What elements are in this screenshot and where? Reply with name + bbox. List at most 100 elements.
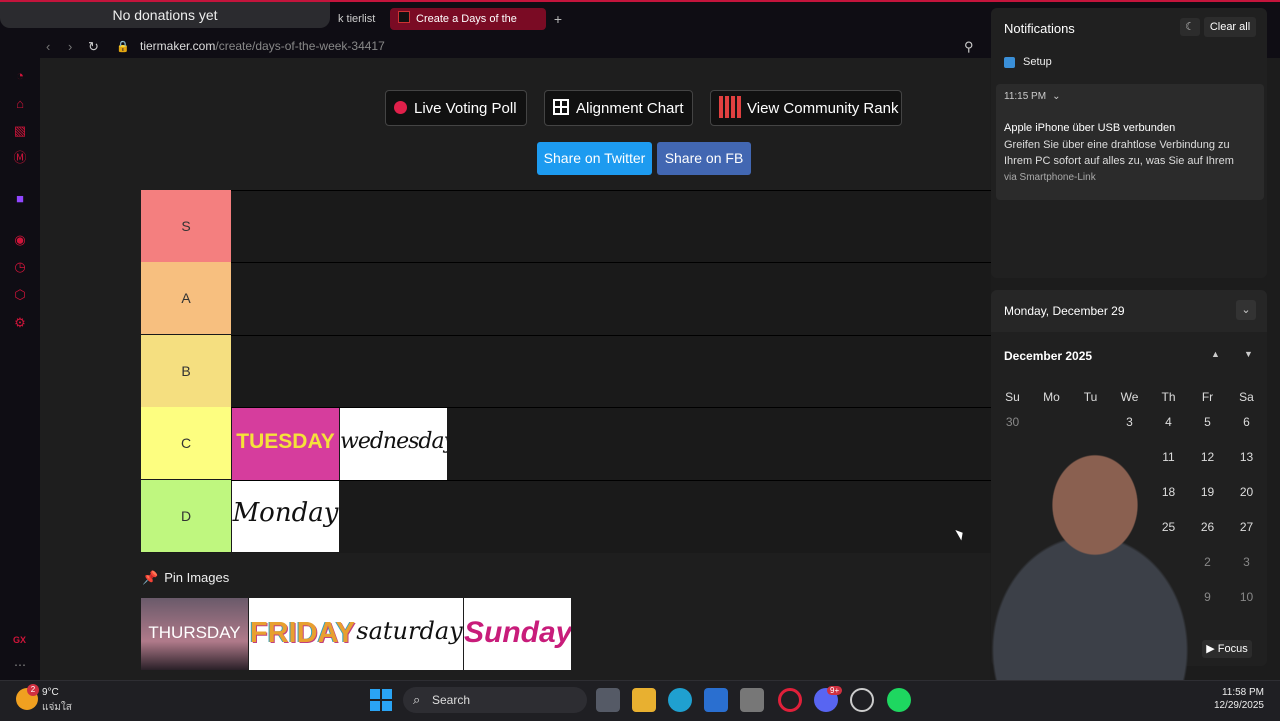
share-twitter-button[interactable]: Share on Twitter — [537, 142, 652, 175]
notifications-title: Notifications — [1004, 21, 1075, 36]
calendar-day[interactable]: 10 — [1227, 590, 1266, 604]
tier-label-d[interactable]: D — [141, 480, 231, 552]
pin-images-label: 📌 Pin Images — [142, 570, 229, 586]
weekday-mo: Mo — [1043, 390, 1060, 404]
pinned-item-sunday[interactable]: Sunday — [464, 598, 571, 670]
live-voting-poll-label: Live Voting Poll — [414, 100, 517, 117]
tuesday-text: TUESDAY — [236, 430, 335, 453]
forward-icon[interactable]: › — [68, 36, 72, 58]
chevron-down-icon[interactable]: ⌄ — [1052, 91, 1060, 102]
pinned-item-saturday[interactable]: saturday — [356, 598, 463, 670]
monday-text: Monday — [232, 498, 339, 528]
setup-app-icon — [1004, 57, 1015, 68]
tier-label-s[interactable]: S — [141, 190, 231, 262]
calendar-month[interactable]: December 2025 — [1004, 349, 1092, 363]
player-icon[interactable]: ◉ — [12, 232, 28, 248]
notification-time-text: 11:15 PM — [1004, 91, 1047, 102]
tier-item-wednesday[interactable]: wednesday — [340, 408, 447, 480]
pin-icon[interactable]: ⚲ — [964, 36, 974, 58]
tier-item-monday[interactable]: Monday — [232, 481, 339, 552]
tier-row-s[interactable] — [141, 190, 991, 263]
calendar-day[interactable]: 3 — [1227, 555, 1266, 569]
calendar-day[interactable]: 20 — [1227, 485, 1266, 499]
opera-gx-icon[interactable] — [778, 688, 802, 712]
tier-item-tuesday[interactable]: TUESDAY — [232, 408, 339, 480]
tab-tierlist[interactable]: k tierlist - — [330, 8, 388, 47]
view-community-rank-button[interactable]: View Community Rank — [710, 90, 902, 126]
previous-month-icon[interactable]: ▲ — [1211, 349, 1220, 359]
obs-icon[interactable] — [850, 688, 874, 712]
share-fb-button[interactable]: Share on FB — [657, 142, 751, 175]
weekday-su: Su — [1005, 390, 1020, 404]
speed-dial-icon[interactable]: ◔ — [12, 68, 28, 84]
back-icon[interactable]: ‹ — [46, 36, 50, 58]
focus-label: Focus — [1217, 643, 1248, 655]
notification-time: 11:15 PM ⌄ — [1004, 91, 1060, 102]
live-voting-poll-button[interactable]: Live Voting Poll — [385, 90, 527, 126]
reader-icon[interactable]: ▧ — [12, 123, 28, 139]
windows-start-icon[interactable] — [370, 689, 392, 711]
sunday-text: Sunday — [464, 616, 571, 649]
taskbar-search[interactable] — [403, 687, 587, 713]
task-view-icon[interactable] — [596, 688, 620, 712]
grid-icon — [553, 99, 569, 115]
clock-date[interactable]: 12/29/2025 — [1200, 700, 1264, 711]
weekday-sa: Sa — [1239, 390, 1254, 404]
tier-row-b[interactable] — [141, 335, 991, 408]
file-explorer-icon[interactable] — [632, 688, 656, 712]
record-icon — [394, 101, 407, 114]
weekday-tu: Tu — [1083, 390, 1098, 404]
calendar-day[interactable]: 27 — [1227, 520, 1266, 534]
calendar-day[interactable]: 13 — [1227, 450, 1266, 464]
pin-images-text: Pin Images — [164, 570, 230, 585]
alignment-chart-label: Alignment Chart — [576, 100, 684, 117]
play-icon: ▶ — [1206, 643, 1218, 655]
focus-button[interactable]: ▶ Focus — [1202, 640, 1252, 658]
calendar-date-header: Monday, December 29 — [1004, 304, 1125, 318]
tab-create-days-of-week[interactable]: Create a Days of the Week — [390, 8, 546, 47]
messenger-icon[interactable]: Ⓜ — [12, 150, 28, 166]
store-icon[interactable] — [704, 688, 728, 712]
weekday-th: Th — [1161, 390, 1176, 404]
app-hexagon-icon[interactable] — [740, 688, 764, 712]
tier-label-a[interactable]: A — [141, 262, 231, 334]
next-month-icon[interactable]: ▼ — [1244, 349, 1253, 359]
tier-label-b[interactable]: B — [141, 335, 231, 407]
home-icon[interactable]: ⌂ — [12, 96, 28, 112]
collapse-calendar-icon[interactable]: ⌄ — [1236, 300, 1256, 320]
more-icon[interactable]: ⋯ — [14, 658, 26, 672]
alignment-chart-button[interactable]: Alignment Chart — [544, 90, 693, 126]
notification-via: via Smartphone-Link — [1004, 172, 1096, 183]
taskbar-search-label: Search — [432, 693, 471, 707]
notification-body: Greifen Sie über eine drahtlose Verbindu… — [1004, 139, 1234, 167]
pinned-item-friday[interactable]: FRIDAY — [249, 598, 356, 670]
wednesday-text: wednesday — [340, 429, 447, 454]
url-field[interactable]: tiermaker.com/create/days-of-the-week-34… — [140, 36, 385, 58]
view-community-rank-label: View Community Rank — [747, 100, 899, 117]
do-not-disturb-icon[interactable]: ☾ — [1180, 18, 1200, 36]
pinned-item-thursday[interactable]: THURSDAY — [141, 598, 248, 670]
saturday-text: saturday — [356, 617, 463, 645]
pushpin-icon: 📌 — [142, 570, 159, 585]
calendar-day[interactable]: 6 — [1227, 415, 1266, 429]
clear-all-button[interactable]: Clear all — [1204, 17, 1256, 37]
weekday-we: We — [1120, 390, 1139, 404]
url-path: /create/days-of-the-week-34417 — [215, 39, 385, 53]
weekday-row: Su Mo Tu We Th Fr Sa — [993, 390, 1266, 404]
history-icon[interactable]: ◷ — [12, 259, 28, 275]
new-tab-button[interactable]: + — [550, 8, 566, 30]
reload-icon[interactable]: ↻ — [88, 36, 99, 58]
clock-time[interactable]: 11:58 PM — [1200, 687, 1264, 698]
weather-badge: 2 — [27, 684, 39, 696]
tiermaker-favicon-icon — [398, 11, 410, 23]
webcam-overlay — [970, 420, 1202, 680]
tier-row-a[interactable] — [141, 262, 991, 335]
edge-icon[interactable] — [668, 688, 692, 712]
twitch-icon[interactable]: ■ — [12, 191, 28, 207]
spotify-icon[interactable] — [887, 688, 911, 712]
settings-gear-icon[interactable]: ⚙ — [12, 315, 28, 331]
extensions-icon[interactable]: ⬡ — [12, 287, 28, 303]
weather-temp[interactable]: 9°C — [42, 687, 59, 698]
tier-label-c[interactable]: C — [141, 407, 231, 479]
community-rank-icon — [719, 96, 741, 118]
